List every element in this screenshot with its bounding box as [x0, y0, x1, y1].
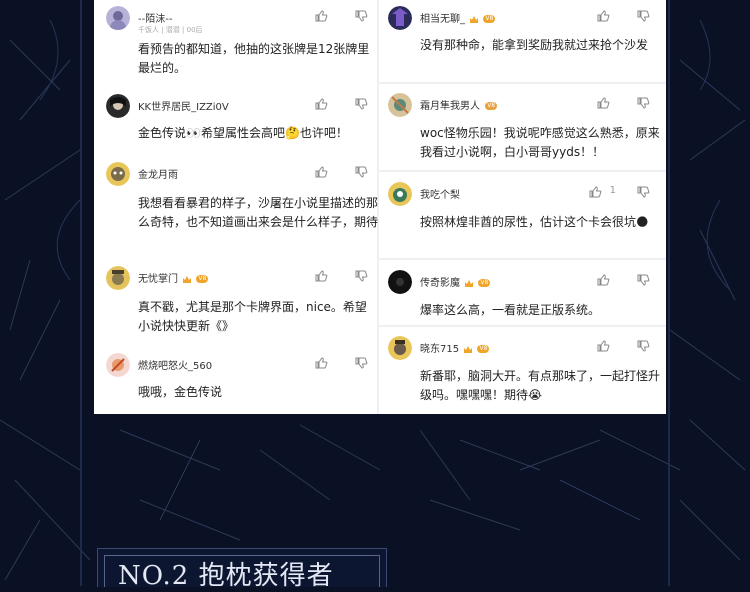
thumbs-up-icon[interactable] — [314, 269, 328, 283]
like-count: 1 — [609, 185, 616, 196]
avatar[interactable] — [106, 353, 130, 377]
thumbs-down-icon[interactable] — [636, 273, 650, 287]
avatar[interactable] — [388, 336, 412, 360]
comment-text: 爆率这么高，一看就是正版系统。 — [420, 303, 601, 317]
comment-text: 哦哦，金色传说 — [138, 385, 223, 399]
thumbs-up-icon[interactable] — [314, 165, 328, 179]
level-badge: V8 — [483, 15, 496, 23]
avatar[interactable] — [388, 270, 412, 294]
thumbs-down-icon[interactable] — [636, 96, 650, 110]
avatar[interactable] — [388, 93, 412, 117]
avatar[interactable] — [106, 266, 130, 290]
username[interactable]: KK世界居民_IZZi0V — [138, 98, 229, 113]
comment-text: 看预告的都知道，他抽的这张牌是12张牌里最烂的。 — [138, 42, 370, 75]
username[interactable]: 相当无聊_ V8 — [420, 10, 496, 25]
comment-text: 我想看看暴君的样子，沙屠在小说里描述的那么奇特，也不知道画出来会是什么样子，期待 — [138, 196, 379, 229]
user-tags: 千饭人 | 潜潜 | 00后 — [138, 26, 203, 34]
username[interactable]: 晓东715 V8 — [420, 340, 490, 355]
comment-text: 新番耶，脑洞大开。有点那味了，一起打怪升级吗。嘿嘿嘿！期待😭 — [420, 369, 661, 402]
thumbs-up-icon[interactable] — [314, 9, 328, 23]
thumbs-down-icon[interactable] — [354, 97, 368, 111]
comment-text: 没有那种命，能拿到奖励我就过来抢个沙发 — [420, 38, 649, 52]
row-separator — [378, 170, 666, 172]
crown-icon — [465, 279, 474, 287]
thumbs-up-icon[interactable] — [314, 356, 328, 370]
thumbs-down-icon[interactable] — [636, 339, 650, 353]
crown-icon — [183, 275, 192, 283]
thumbs-down-icon[interactable] — [354, 356, 368, 370]
thumbs-down-icon[interactable] — [354, 9, 368, 23]
right-frame-line — [668, 0, 670, 586]
level-badge: V8 — [485, 102, 498, 110]
username-text[interactable]: 霜月隼我男人 — [420, 101, 480, 112]
level-badge: V8 — [196, 275, 209, 283]
username[interactable]: 燃烧吧怒火_560 — [138, 357, 212, 372]
username[interactable]: 霜月隼我男人 V8 — [420, 97, 498, 112]
thumbs-up-icon[interactable] — [588, 185, 602, 199]
username-text[interactable]: 无忧掌门 — [138, 274, 178, 285]
thumbs-down-icon[interactable] — [636, 9, 650, 23]
thumbs-up-icon[interactable] — [314, 97, 328, 111]
section-title-plate: NO.2 抱枕获得者 — [97, 548, 387, 591]
avatar[interactable] — [106, 6, 130, 30]
comment-text: 按照林煌非酋的尿性，估计这个卡会很坑🌑 — [420, 215, 649, 229]
level-badge: V8 — [477, 345, 490, 353]
username-text[interactable]: 晓东715 — [420, 344, 459, 355]
username-text[interactable]: 传奇影魔 — [420, 278, 460, 289]
comment-text: 金色传说👀希望属性会高吧🤔也许吧！ — [138, 126, 348, 140]
thumbs-up-icon[interactable] — [596, 339, 610, 353]
thumbs-up-icon[interactable] — [596, 96, 610, 110]
username[interactable]: 相当无聊_ 无忧掌门 V8 — [138, 270, 209, 285]
username[interactable]: 传奇影魔 V8 — [420, 274, 491, 289]
username-text[interactable]: 相当无聊_ — [420, 14, 465, 25]
crown-icon — [470, 15, 479, 23]
thumbs-down-icon[interactable] — [354, 165, 368, 179]
username[interactable]: 金龙月雨 — [138, 166, 178, 181]
row-separator — [378, 82, 666, 84]
comment-text: woc怪物乐园！我说呢咋感觉这么熟悉，原来我看过小说啊，白小哥哥yyds！！ — [420, 126, 660, 159]
thumbs-up-icon[interactable] — [596, 9, 610, 23]
avatar[interactable] — [388, 6, 412, 30]
left-frame-line — [80, 0, 82, 586]
section-title: NO.2 抱枕获得者 — [118, 561, 334, 591]
thumbs-down-icon[interactable] — [354, 269, 368, 283]
comments-panel: --陌沫-- 千饭人 | 潜潜 | 00后 看预告的都知道，他抽的这张牌是12张… — [94, 0, 666, 414]
avatar[interactable] — [106, 94, 130, 118]
avatar[interactable] — [106, 162, 130, 186]
row-separator — [378, 325, 666, 327]
avatar[interactable] — [388, 182, 412, 206]
row-separator — [378, 258, 666, 260]
crown-icon — [464, 345, 473, 353]
comment-text: 真不戳，尤其是那个卡牌界面，nice。希望小说快快更新《》 — [138, 300, 367, 333]
username[interactable]: --陌沫-- — [138, 10, 172, 25]
thumbs-down-icon[interactable] — [636, 185, 650, 199]
level-badge: V8 — [478, 279, 491, 287]
thumbs-up-icon[interactable] — [596, 273, 610, 287]
username[interactable]: 我吃个梨 — [420, 186, 460, 201]
